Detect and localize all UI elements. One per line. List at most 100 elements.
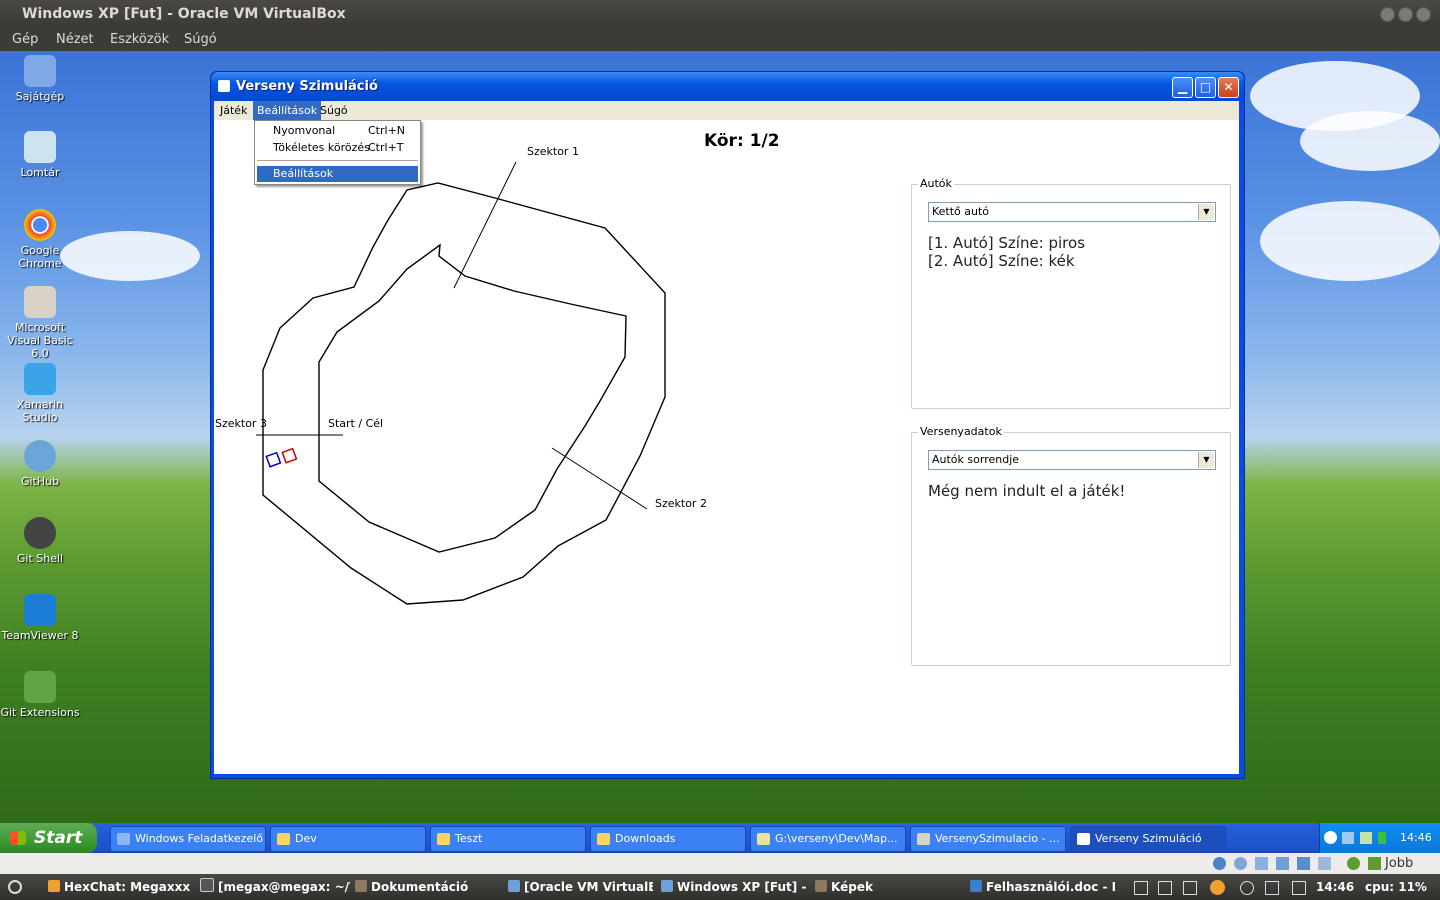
track-inner-edge (318, 243, 627, 553)
xamarin-icon (24, 363, 56, 395)
taskbar-item-verseny-szimulacio[interactable]: Verseny Szimuláció (1070, 826, 1226, 852)
desktop-icon-teamviewer[interactable]: TeamViewer 8 (0, 594, 80, 642)
sector-1-label: Szektor 1 (527, 145, 579, 158)
lap-counter: Kör: 1/2 (704, 131, 780, 151)
taskbar-item-map-file[interactable]: G:\verseny\Dev\Map... (750, 826, 906, 852)
hard-disk-icon[interactable] (1213, 857, 1226, 870)
desktop-icon-chrome[interactable]: Google Chrome (0, 209, 80, 270)
tray-update-icon[interactable] (1240, 881, 1254, 895)
desktop-icon-xamarin[interactable]: Xamarin Studio (0, 363, 80, 424)
taskbar-item-downloads[interactable]: Downloads (590, 826, 746, 852)
mouse-integration-icon[interactable] (1347, 857, 1360, 870)
car-2-info: [2. Autó] Színe: kék (928, 252, 1075, 270)
race-data-groupbox: Versenyadatok Autók sorrendje ▼ Még nem … (911, 425, 1231, 666)
desktop-icon-visual-basic[interactable]: Microsoft Visual Basic 6.0 (0, 286, 80, 360)
cloud-decoration (1260, 201, 1440, 281)
git-extensions-icon (24, 671, 56, 703)
host-window-title: Windows XP [Fut] - Oracle VM VirtualBox (22, 6, 346, 22)
desktop-icon-github[interactable]: GitHub (0, 440, 80, 488)
menu-item-nyomvonal[interactable]: Nyomvonal Ctrl+N (257, 123, 418, 139)
panel-task-terminal[interactable]: [megax@megax: ~/V... (200, 874, 350, 900)
app-window: Verseny Szimuláció ▁ □ ✕ Játék Beállítás… (210, 71, 1245, 779)
computer-icon (24, 55, 56, 87)
menu-item-beallitasok[interactable]: Beállítások (257, 166, 418, 182)
display-icon[interactable] (1297, 857, 1310, 870)
tray-expand-icon[interactable] (1324, 831, 1337, 844)
cars-count-select[interactable]: Kettő autó ▼ (928, 202, 1216, 222)
menu-jatek[interactable]: Játék (216, 101, 251, 120)
menu-beallitasok[interactable]: Beállítások (253, 101, 322, 120)
close-icon[interactable]: ✕ (1218, 77, 1239, 98)
close-icon[interactable] (1416, 7, 1431, 22)
host-menu-nezet[interactable]: Nézet (56, 28, 94, 51)
maximize-icon[interactable]: □ (1195, 77, 1216, 98)
taskbar-item-label: G:\verseny\Dev\Map... (775, 832, 898, 845)
folder-icon (437, 833, 450, 845)
shared-folder-icon[interactable] (1276, 857, 1289, 870)
chevron-down-icon[interactable]: ▼ (1198, 204, 1214, 220)
menu-item-tokeletes-korozes[interactable]: Tökéletes körözés Ctrl+T (257, 140, 418, 156)
start-button[interactable]: Start (0, 823, 97, 853)
volume-icon[interactable] (1292, 881, 1306, 895)
race-track (256, 161, 666, 605)
tray-bluetooth-icon[interactable] (1265, 881, 1279, 895)
tray-app-icon[interactable] (1360, 832, 1372, 844)
keyboard-capture-icon[interactable] (1368, 857, 1381, 870)
desktop-icon-label: Git Shell (16, 552, 64, 565)
tray-hexchat-icon[interactable] (1210, 880, 1225, 895)
app-titlebar[interactable]: Verseny Szimuláció ▁ □ ✕ (211, 72, 1244, 101)
git-shell-icon (24, 517, 56, 549)
tray-status-icon[interactable] (1378, 832, 1386, 844)
teamviewer-icon (24, 594, 56, 626)
panel-task-windows-xp-vm[interactable]: Windows XP [Fut] - ... (661, 874, 806, 900)
panel-task-kepek[interactable]: Képek (815, 874, 960, 900)
race-data-value: Autók sorrendje (932, 453, 1020, 466)
panel-task-label: [Oracle VM VirtualB... (524, 880, 653, 894)
panel-task-virtualbox-manager[interactable]: [Oracle VM VirtualB... (508, 874, 653, 900)
maximize-icon[interactable] (1398, 7, 1413, 22)
network-adapter-icon[interactable] (1318, 857, 1331, 870)
desktop-icon-computer[interactable]: Sajátgép (0, 55, 80, 103)
optical-drive-icon[interactable] (1234, 857, 1247, 870)
folder-icon (597, 833, 610, 845)
minimize-icon[interactable] (1380, 7, 1395, 22)
taskbar-item-dev[interactable]: Dev (270, 826, 426, 852)
sector-3-label: Szektor 3 (215, 417, 267, 430)
recycle-bin-icon (24, 131, 56, 163)
sector-1-line (453, 161, 517, 289)
visual-basic-icon (24, 286, 56, 318)
panel-task-libreoffice-doc[interactable]: Felhasználói.doc - Li... (970, 874, 1115, 900)
usb-icon[interactable] (1255, 857, 1268, 870)
tray-keyboard-icon[interactable] (1183, 881, 1197, 895)
network-icon[interactable] (1342, 832, 1354, 844)
taskbar-item-teszt[interactable]: Teszt (430, 826, 586, 852)
menu-sugo[interactable]: Súgó (316, 101, 352, 120)
host-menu-gep[interactable]: Gép (12, 28, 38, 51)
panel-task-dokumentacio[interactable]: Dokumentáció (355, 874, 500, 900)
cars-groupbox: Autók Kettő autó ▼ [1. Autó] Színe: piro… (911, 177, 1231, 409)
menu-item-shortcut: Ctrl+T (368, 141, 404, 154)
host-menu-eszkozok[interactable]: Eszközök (110, 28, 169, 51)
race-data-select[interactable]: Autók sorrendje ▼ (928, 450, 1216, 470)
tray-screenshot-icon[interactable] (1158, 881, 1172, 895)
task-manager-icon (117, 833, 130, 845)
folder-icon (355, 880, 367, 892)
app-icon (218, 80, 230, 92)
chevron-down-icon[interactable]: ▼ (1198, 452, 1214, 468)
desktop-icon-git-extensions[interactable]: Git Extensions (0, 671, 80, 719)
tray-network-icon[interactable] (1134, 881, 1148, 895)
desktop-icon-git-shell[interactable]: Git Shell (0, 517, 80, 565)
taskbar-item-task-manager[interactable]: Windows Feladatkezelő (110, 826, 266, 852)
panel-task-hexchat[interactable]: HexChat: Megaxxx ... (48, 874, 193, 900)
taskbar-item-label: Teszt (455, 832, 483, 845)
host-menu-sugo[interactable]: Súgó (184, 28, 217, 51)
system-tray: 14:46 (1319, 823, 1440, 853)
power-icon[interactable] (8, 880, 22, 894)
app-menubar: Játék Beállítások Súgó (214, 101, 1239, 120)
panel-task-label: Felhasználói.doc - Li... (986, 880, 1115, 894)
race-data-legend: Versenyadatok (918, 425, 1004, 438)
taskbar-item-vb-project[interactable]: VersenySzimulacio - ... (910, 826, 1066, 852)
minimize-icon[interactable]: ▁ (1172, 77, 1193, 98)
windows-flag-icon (10, 831, 26, 845)
desktop-icon-recycle-bin[interactable]: Lomtár (0, 131, 80, 179)
